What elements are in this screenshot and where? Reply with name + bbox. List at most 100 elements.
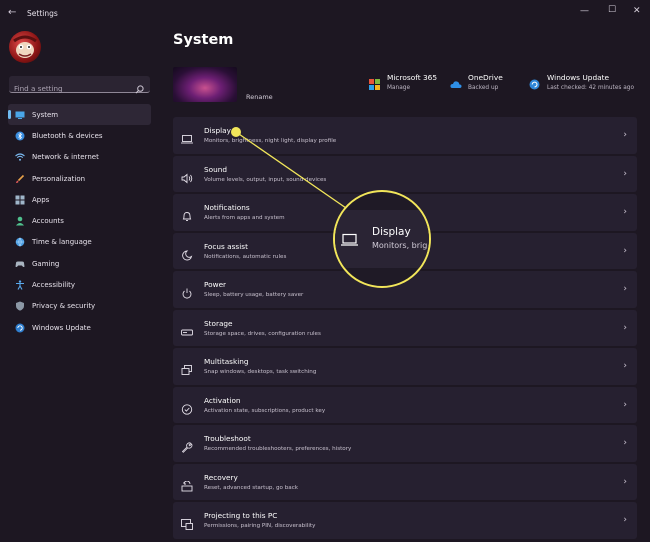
page-title: System [173, 32, 234, 48]
bell-icon [181, 207, 193, 221]
person-icon [15, 216, 25, 226]
office-icon [369, 75, 380, 90]
setting-title: Focus assist [204, 241, 248, 251]
setting-description: Sleep, battery usage, battery saver [204, 292, 304, 298]
chevron-right-icon: › [623, 476, 627, 487]
search-box[interactable] [9, 76, 150, 97]
back-arrow-icon[interactable]: ← [8, 7, 16, 18]
chevron-right-icon: › [623, 399, 627, 410]
setting-description: Reset, advanced startup, go back [204, 484, 299, 491]
moon-icon [181, 246, 193, 260]
avatar[interactable] [9, 31, 41, 63]
sidebar-item-accounts[interactable]: Accounts [8, 210, 151, 231]
laptop-icon [181, 130, 193, 144]
close-icon[interactable]: ✕ [633, 6, 641, 16]
service-status: Backed up [468, 85, 499, 91]
bluetooth-icon [15, 131, 25, 141]
chevron-right-icon: › [623, 322, 627, 333]
settings-list: Display Monitors, brightness, night ligh… [173, 117, 637, 541]
title-bar: ← Settings — ☐ ✕ [0, 0, 650, 28]
cloud-icon [450, 75, 462, 88]
sidebar-item-label: Bluetooth & devices [32, 131, 103, 140]
sidebar-item-system[interactable]: System [8, 104, 151, 126]
chevron-right-icon: › [623, 130, 627, 140]
service-status: Last checked: 42 minutes ago [547, 85, 635, 91]
setting-projecting[interactable]: Projecting to this PC Permissions, pairi… [173, 502, 637, 539]
sidebar-item-label: Personalization [32, 174, 86, 183]
sidebar-item-apps[interactable]: Apps [8, 189, 151, 210]
setting-title: Sound [204, 164, 227, 174]
laptop-icon [341, 232, 358, 251]
speaker-icon [181, 169, 193, 183]
monitor-icon [15, 110, 25, 120]
setting-troubleshoot[interactable]: Troubleshoot Recommended troubleshooters… [173, 425, 637, 462]
setting-storage[interactable]: Storage Storage space, drives, configura… [173, 309, 637, 346]
multitask-icon [181, 361, 193, 375]
setting-description: Activation state, subscriptions, product… [204, 407, 326, 414]
power-icon [181, 284, 193, 299]
desktop-wallpaper-thumbnail[interactable] [173, 67, 237, 102]
service-microsoft-365[interactable]: Microsoft 365 Manage [369, 73, 437, 93]
check-circle-icon [181, 400, 193, 415]
chevron-right-icon: › [623, 361, 627, 371]
setting-title: Projecting to this PC [204, 511, 278, 520]
sidebar-item-network[interactable]: Network & internet [8, 147, 151, 168]
setting-description: Volume levels, output, input, sound devi… [204, 176, 327, 183]
magnified-title: Display [372, 226, 411, 238]
window-title: Settings [27, 9, 58, 18]
chevron-right-icon: › [623, 438, 627, 448]
setting-title: Multitasking [204, 357, 249, 366]
sidebar-item-label: Time & language [32, 238, 92, 247]
service-onedrive[interactable]: OneDrive Backed up [450, 73, 503, 93]
sidebar-item-label: Gaming [32, 259, 60, 268]
sidebar-item-privacy-security[interactable]: Privacy & security [8, 296, 151, 317]
setting-sound[interactable]: Sound Volume levels, output, input, soun… [173, 155, 637, 192]
chevron-right-icon: › [623, 245, 627, 256]
search-input[interactable] [9, 80, 150, 97]
setting-description: Notifications, automatic rules [204, 253, 287, 260]
sidebar-item-personalization[interactable]: Personalization [8, 168, 151, 189]
sidebar-item-windows-update[interactable]: Windows Update [8, 317, 151, 338]
setting-description: Recommended troubleshooters, preferences… [204, 446, 352, 452]
service-windows-update[interactable]: Windows Update Last checked: 42 minutes … [529, 73, 634, 93]
setting-recovery[interactable]: Recovery Reset, advanced startup, go bac… [173, 463, 637, 500]
service-name: Windows Update [547, 73, 610, 82]
service-name: OneDrive [468, 73, 503, 82]
gamepad-icon [15, 259, 25, 269]
drive-icon [181, 323, 193, 335]
setting-title: Troubleshoot [204, 434, 251, 443]
chevron-right-icon: › [623, 284, 627, 294]
setting-title: Activation [204, 395, 241, 405]
setting-description: Monitors, brightness, night light, displ… [204, 138, 337, 144]
setting-display[interactable]: Display Monitors, brightness, night ligh… [173, 117, 637, 154]
sidebar-item-gaming[interactable]: Gaming [8, 253, 151, 274]
service-status: Manage [387, 85, 411, 91]
sidebar-item-label: System [32, 110, 59, 119]
minimize-icon[interactable]: — [580, 6, 589, 16]
sidebar-item-bluetooth[interactable]: Bluetooth & devices [8, 125, 151, 146]
recovery-icon [181, 477, 193, 491]
sidebar-item-label: Windows Update [32, 323, 91, 332]
setting-title: Notifications [204, 203, 250, 212]
sidebar-item-accessibility[interactable]: Accessibility [8, 274, 151, 295]
sidebar-item-label: Accounts [32, 217, 64, 226]
setting-title: Storage [204, 318, 233, 328]
service-name: Microsoft 365 [387, 73, 438, 82]
magnifier-callout: Display Monitors, brig [333, 190, 431, 288]
wrench-icon [181, 438, 193, 453]
apps-icon [15, 195, 25, 205]
rename-link[interactable]: Rename [246, 93, 273, 101]
project-icon [181, 515, 193, 530]
sidebar-item-label: Privacy & security [32, 302, 96, 311]
sidebar-item-time-language[interactable]: Time & language [8, 232, 151, 253]
setting-title: Display [204, 126, 231, 135]
setting-multitasking[interactable]: Multitasking Snap windows, desktops, tas… [173, 348, 637, 385]
highlight-dot [231, 127, 241, 137]
search-icon[interactable] [135, 79, 144, 98]
setting-title: Recovery [204, 472, 238, 482]
setting-activation[interactable]: Activation Activation state, subscriptio… [173, 386, 637, 423]
update-icon [15, 323, 25, 333]
setting-description: Storage space, drives, configuration rul… [204, 330, 321, 337]
chevron-right-icon: › [623, 168, 627, 179]
maximize-icon[interactable]: ☐ [608, 5, 616, 15]
